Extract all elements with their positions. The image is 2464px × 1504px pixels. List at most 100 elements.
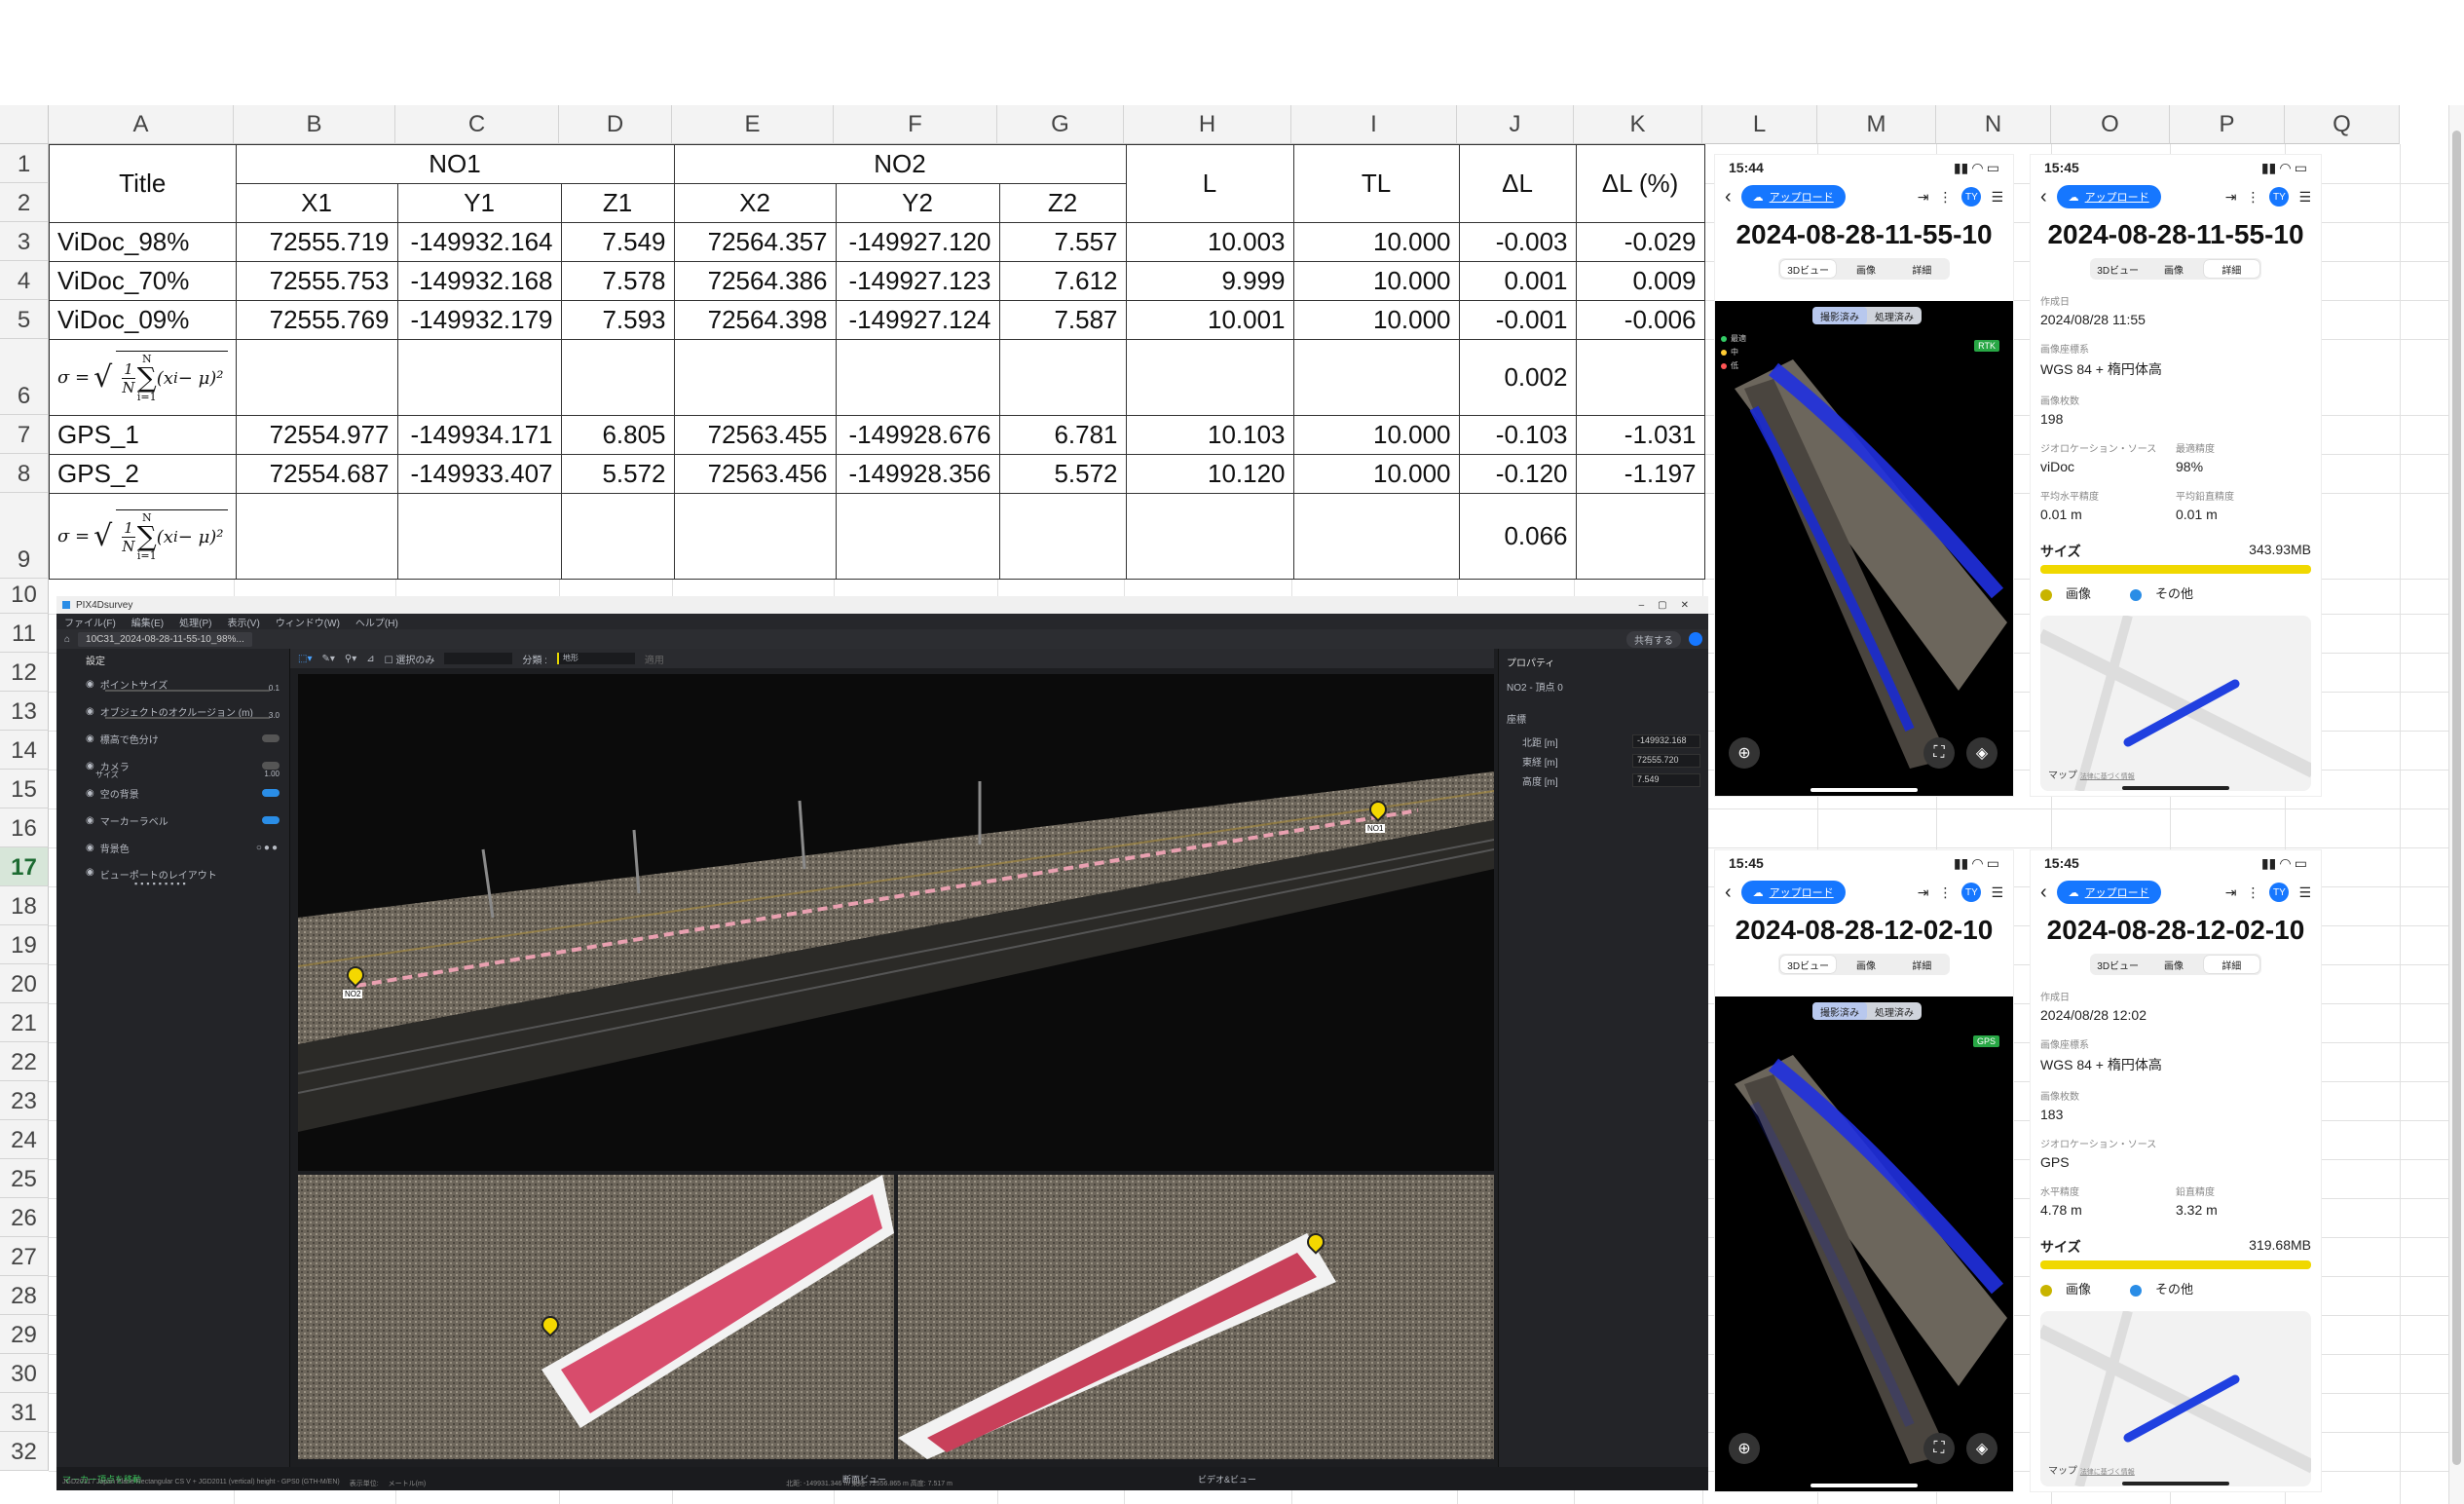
upload-button[interactable]: ☁ アップロード: [2056, 185, 2161, 208]
view-tab[interactable]: 詳細: [2203, 956, 2259, 973]
class-dropdown-1[interactable]: [444, 653, 513, 664]
cell-no1[interactable]: NO1: [235, 144, 675, 184]
cell-y2[interactable]: -149928.676: [835, 415, 1000, 455]
col-header-H[interactable]: H: [1124, 105, 1291, 144]
setting-4[interactable]: ◉ 空の背景: [56, 779, 289, 807]
detail-viewport-right[interactable]: [898, 1175, 1494, 1459]
back-icon[interactable]: ‹: [2040, 882, 2047, 904]
cell-TL[interactable]: 10.000: [1292, 415, 1460, 455]
cell-z1[interactable]: 7.549: [560, 222, 675, 262]
col-header-P[interactable]: P: [2170, 105, 2285, 144]
export-icon[interactable]: ⇥: [1918, 189, 1929, 206]
row-header-21[interactable]: 21: [0, 1003, 49, 1042]
more-icon[interactable]: ⋮: [1938, 884, 1952, 901]
captured-processed-segment[interactable]: 撮影済み 処理済み: [1812, 307, 1922, 324]
cell-z2[interactable]: Z2: [998, 183, 1127, 223]
detail-viewport-left[interactable]: [298, 1175, 894, 1459]
row-header-22[interactable]: 22: [0, 1042, 49, 1081]
row-header-6[interactable]: 6: [0, 339, 49, 415]
col-header-N[interactable]: N: [1936, 105, 2051, 144]
view-tab[interactable]: 詳細: [2203, 260, 2259, 278]
home-icon[interactable]: ⌂: [64, 634, 70, 645]
cell-dL[interactable]: -0.120: [1458, 454, 1577, 494]
menu-item[interactable]: 編集(E): [131, 615, 164, 629]
marker-pin-detail-right[interactable]: [1303, 1229, 1328, 1260]
row-header-4[interactable]: 4: [0, 261, 49, 300]
view-tab[interactable]: 画像: [2146, 954, 2201, 975]
cell-TL[interactable]: 10.000: [1292, 300, 1460, 340]
view-tab[interactable]: 3Dビュー: [1780, 956, 1837, 973]
setting-0[interactable]: ◉ ポイントサイズ 0.1: [56, 670, 289, 697]
cell-pct[interactable]: -1.197: [1575, 454, 1705, 494]
more-icon[interactable]: ⋮: [1938, 189, 1952, 206]
row-header-8[interactable]: 8: [0, 454, 49, 493]
location-map[interactable]: マップ 法律に基づく情報: [2040, 616, 2311, 791]
col-header-J[interactable]: J: [1457, 105, 1574, 144]
row-header-13[interactable]: 13: [0, 692, 49, 731]
cell-pct[interactable]: 0.009: [1575, 261, 1705, 301]
col-header-A[interactable]: A: [49, 105, 234, 144]
cell-L[interactable]: L: [1125, 144, 1294, 223]
cell-TL[interactable]: 10.000: [1292, 261, 1460, 301]
row-header-24[interactable]: 24: [0, 1120, 49, 1159]
row-header-26[interactable]: 26: [0, 1198, 49, 1237]
export-icon[interactable]: ⇥: [2225, 884, 2237, 901]
select-tool-icon[interactable]: ⬚▾: [298, 654, 312, 664]
view-tab[interactable]: 3Dビュー: [1780, 260, 1837, 278]
cell-L[interactable]: 9.999: [1125, 261, 1294, 301]
cell-no2[interactable]: NO2: [673, 144, 1127, 184]
row-header-25[interactable]: 25: [0, 1159, 49, 1198]
view-segment[interactable]: 3Dビュー 画像 詳細: [2090, 258, 2261, 280]
row-header-15[interactable]: 15: [0, 770, 49, 808]
cell-z2[interactable]: 7.587: [998, 300, 1127, 340]
cell-L[interactable]: 10.001: [1125, 300, 1294, 340]
cell-x1[interactable]: 72555.753: [235, 261, 398, 301]
menu-icon[interactable]: ☰: [1991, 189, 2003, 206]
formula-cell[interactable]: σ = √ 1 N N ∑ i=1 (x i − μ)²: [49, 493, 237, 580]
row-header-18[interactable]: 18: [0, 886, 49, 925]
upload-button[interactable]: ☁ アップロード: [2056, 881, 2161, 904]
project-tab[interactable]: 10C31_2024-08-28-11-55-10_98%...: [78, 631, 252, 647]
view-tab[interactable]: 画像: [1838, 258, 1893, 280]
row-header-5[interactable]: 5: [0, 300, 49, 339]
menu-icon[interactable]: ☰: [2298, 884, 2311, 901]
cell-y2[interactable]: Y2: [835, 183, 1000, 223]
sigma-value-2[interactable]: 0.066: [1458, 493, 1577, 580]
menu-item[interactable]: ファイル(F): [64, 615, 116, 629]
cell-x1[interactable]: 72554.977: [235, 415, 398, 455]
cell-z2[interactable]: 6.781: [998, 415, 1127, 455]
main-3d-viewport[interactable]: NO1 NO2: [298, 674, 1494, 1171]
cell-dL[interactable]: -0.001: [1458, 300, 1577, 340]
back-icon[interactable]: ‹: [2040, 186, 2047, 208]
cell-pct[interactable]: -0.029: [1575, 222, 1705, 262]
cell-y1[interactable]: -149934.171: [396, 415, 562, 455]
layers-icon[interactable]: ◈: [1966, 737, 1997, 769]
toggle-5[interactable]: [262, 816, 280, 824]
user-avatar[interactable]: [1689, 632, 1702, 646]
user-avatar[interactable]: TY: [1961, 187, 1982, 207]
col-header-C[interactable]: C: [395, 105, 559, 144]
back-icon[interactable]: ‹: [1725, 882, 1732, 904]
cell-name[interactable]: ViDoc_98%: [49, 222, 237, 262]
cell-dL[interactable]: ΔL: [1458, 144, 1577, 223]
row-header-12[interactable]: 12: [0, 653, 49, 692]
point-size-slider[interactable]: [105, 690, 270, 692]
checkbox-select-only[interactable]: ☐ 選択のみ: [385, 652, 435, 666]
row-header-10[interactable]: 10: [0, 579, 49, 614]
scrollbar-thumb[interactable]: [2452, 131, 2461, 1465]
cell-y1[interactable]: -149933.407: [396, 454, 562, 494]
phone-3d-view[interactable]: 撮影済み 処理済み RTK 最適中低 ⊕ ⛶ ◈: [1715, 301, 2013, 796]
more-icon[interactable]: ⋮: [2246, 884, 2259, 901]
cell-TL[interactable]: TL: [1292, 144, 1460, 223]
cell-z1[interactable]: 7.578: [560, 261, 675, 301]
cell-z1[interactable]: 5.572: [560, 454, 675, 494]
cell-x1[interactable]: X1: [235, 183, 398, 223]
view-tab[interactable]: 詳細: [1894, 954, 1950, 975]
marker-no2-pin[interactable]: NO2: [343, 962, 368, 998]
cell-z1[interactable]: 7.593: [560, 300, 675, 340]
cell-x2[interactable]: 72563.456: [673, 454, 837, 494]
globe-icon[interactable]: ⊕: [1729, 1433, 1760, 1464]
export-icon[interactable]: ⇥: [2225, 189, 2237, 206]
view-tab[interactable]: 3Dビュー: [2090, 258, 2146, 280]
view-segment[interactable]: 3Dビュー 画像 詳細: [2090, 954, 2261, 975]
